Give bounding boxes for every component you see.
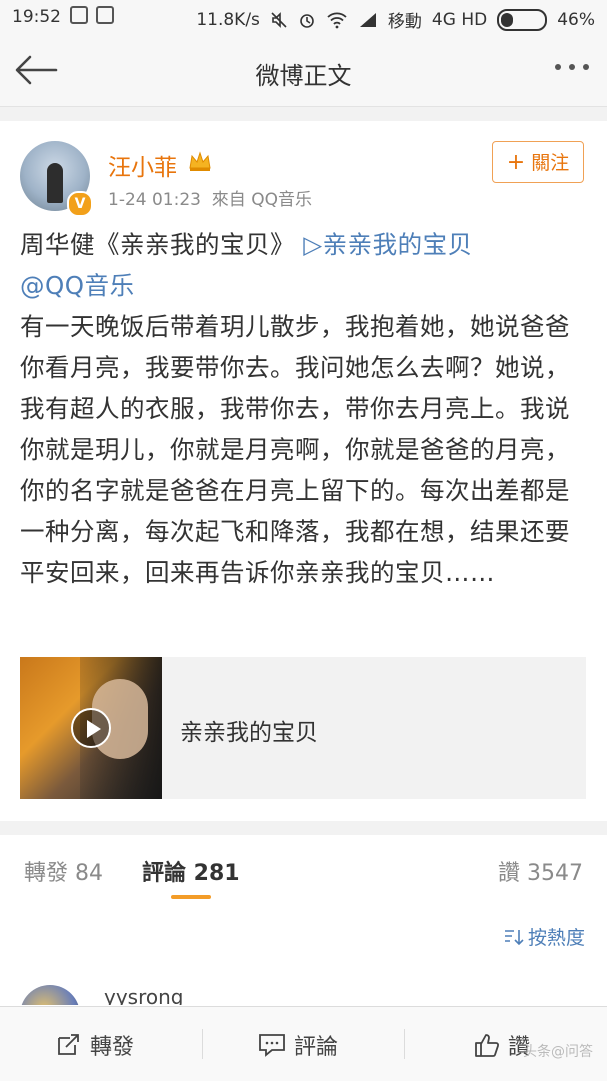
follow-button[interactable]: + 關注 [492, 141, 584, 183]
content-prefix: 周华健《亲亲我的宝贝》 [20, 230, 295, 259]
play-icon[interactable] [71, 708, 111, 748]
active-tab-indicator [171, 895, 211, 899]
section-divider [0, 821, 607, 835]
status-bar: 19:52 11.8K/s 移動 4G HD 46% [0, 0, 607, 34]
plus-icon: + [506, 150, 526, 175]
tab-like[interactable]: 讚 3547 [498, 855, 583, 887]
wifi-icon [327, 12, 347, 28]
mention-link[interactable]: @QQ音乐 [20, 271, 135, 300]
vip-crown-icon [189, 151, 211, 171]
commenter-avatar[interactable] [20, 985, 80, 1005]
tab-comment[interactable]: 評論 281 [142, 855, 240, 887]
sort-button[interactable]: 按熱度 [504, 923, 585, 950]
weibo-post: V 汪小菲 1-24 01:23 來自 QQ音乐 + 關注 周华健《亲亲我的宝贝》… [0, 121, 607, 821]
repost-label: 轉發 [90, 1035, 135, 1060]
music-card[interactable]: 亲亲我的宝贝 [20, 657, 586, 799]
alarm-icon [300, 13, 314, 28]
battery-icon [497, 8, 548, 31]
post-timestamp: 1-24 01:23 [108, 190, 201, 210]
comment-label: 評論 [294, 1035, 339, 1060]
network-type: 4G HD [431, 9, 488, 30]
sort-label: 按熱度 [527, 927, 585, 949]
battery-level: 46% [557, 9, 595, 30]
network-speed: 11.8K/s [196, 9, 260, 30]
music-title: 亲亲我的宝贝 [180, 720, 318, 746]
author-name[interactable]: 汪小菲 [108, 148, 177, 182]
comment-icon [259, 1034, 285, 1057]
app-icon [96, 6, 114, 24]
sort-icon [504, 929, 524, 945]
bottom-action-bar: 轉發 評論 讚 头条@问答 [0, 1006, 607, 1081]
mute-icon [271, 11, 287, 28]
sort-row: 按熱度 [0, 905, 607, 965]
post-meta: 1-24 01:23 來自 QQ音乐 [108, 185, 312, 210]
status-time: 19:52 [12, 7, 61, 27]
signal-icon [359, 12, 376, 27]
like-button[interactable]: 讚 [474, 1029, 530, 1061]
content-body: 有一天晚饭后带着玥儿散步，我抱着她，她说爸爸你看月亮，我要带你去。我问她怎么去啊… [20, 312, 570, 587]
music-link[interactable]: ▷亲亲我的宝贝 [303, 230, 472, 259]
comment-button[interactable]: 評論 [258, 1029, 338, 1061]
post-source: 來自 QQ音乐 [211, 190, 312, 210]
navigation-bar: 微博正文 [0, 34, 607, 107]
tab-repost[interactable]: 轉發 84 [24, 855, 103, 887]
repost-button[interactable]: 轉發 [56, 1029, 134, 1061]
commenter-name[interactable]: yysrong [104, 985, 183, 1005]
more-icon[interactable] [555, 64, 589, 70]
status-right: 11.8K/s 移動 4G HD 46% [196, 7, 595, 32]
thumbs-up-icon [475, 1034, 500, 1057]
repost-icon [58, 1034, 79, 1055]
comment-item[interactable]: yysrong [0, 965, 607, 1005]
notification-icons [70, 6, 114, 24]
verified-badge-icon: V [67, 191, 93, 217]
page-title: 微博正文 [255, 62, 352, 90]
notification-icon [70, 6, 88, 24]
watermark: 头条@问答 [523, 1044, 593, 1060]
post-content: 周华健《亲亲我的宝贝》 ▷亲亲我的宝贝 @QQ音乐 有一天晚饭后带着玥儿散步，我… [20, 224, 590, 593]
album-cover [20, 657, 162, 799]
interaction-tabs: 轉發 84 評論 281 讚 3547 [0, 835, 607, 905]
section-divider [0, 107, 607, 121]
action-separator [404, 1029, 405, 1059]
avatar-figure [47, 163, 63, 203]
follow-label: 關注 [531, 152, 570, 174]
action-separator [202, 1029, 203, 1059]
carrier-label: 移動 [387, 12, 422, 32]
